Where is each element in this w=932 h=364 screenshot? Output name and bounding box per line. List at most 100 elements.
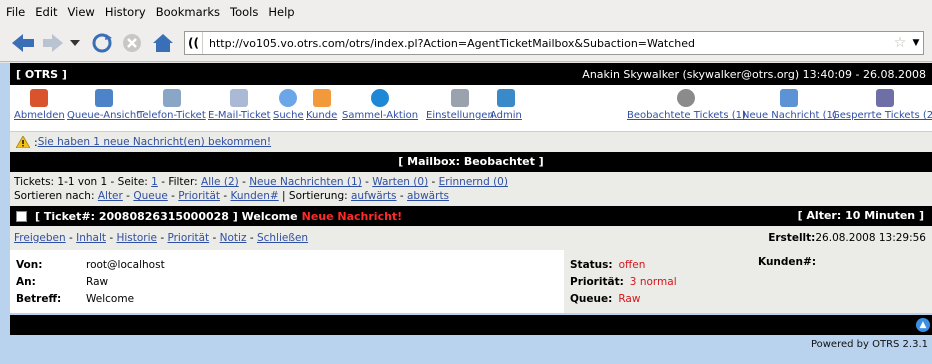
tool-admin[interactable]: Admin [490, 89, 522, 121]
menu-help[interactable]: Help [268, 5, 294, 19]
order-desc-link[interactable]: abwärts [407, 190, 449, 202]
filter-new-messages-link[interactable]: Neue Nachrichten (1) [249, 176, 362, 188]
tool-phone-ticket[interactable]: Telefon-Ticket [138, 89, 206, 121]
logout-icon [30, 89, 49, 107]
menu-file[interactable]: File [6, 5, 25, 19]
subject-label: Betreff: [16, 292, 62, 305]
tool-bulk-action[interactable]: Sammel-Aktion [342, 89, 418, 121]
action-close-link[interactable]: Schließen [257, 232, 308, 244]
menu-bookmarks[interactable]: Bookmarks [156, 5, 220, 19]
warning-icon [16, 136, 30, 148]
sort-line: Sortieren nach: Alter - Queue - Prioritä… [14, 190, 450, 202]
tool-settings[interactable]: Einstellungen [426, 89, 494, 121]
created-value: 26.08.2008 13:29:56 [815, 232, 926, 244]
ticket-select-checkbox[interactable] [16, 210, 27, 222]
admin-icon [496, 89, 515, 107]
tool-phone-ticket-label[interactable]: Telefon-Ticket [138, 110, 206, 121]
menu-edit[interactable]: Edit [35, 5, 57, 19]
mailbox-title: [ Mailbox: Beobachtet ] [10, 152, 932, 172]
filter-reminder-link[interactable]: Erinnernd (0) [439, 176, 508, 188]
history-dropdown-button[interactable] [68, 30, 82, 56]
action-note-link[interactable]: Notiz [220, 232, 247, 244]
field-queue: Queue: Raw [570, 290, 930, 307]
created-label: Erstellt: [768, 232, 816, 244]
notice-link[interactable]: Sie haben 1 neue Nachricht(en) bekommen! [38, 136, 271, 148]
tool-customer-label[interactable]: Kunde [306, 110, 337, 121]
status-label: Status: [570, 258, 613, 271]
home-icon [153, 34, 173, 52]
tool-logout-label[interactable]: Abmelden [14, 110, 65, 121]
tickets-count-text: Tickets: 1-1 von 1 - Seite: [14, 176, 152, 188]
customer-number-label: Kunden#: [758, 256, 817, 268]
priority-value: 3 normal [629, 275, 677, 288]
sort-priority-link[interactable]: Priorität [178, 190, 220, 202]
tool-queue-view[interactable]: Queue-Ansicht [67, 89, 140, 121]
sort-label: Sortieren nach: [14, 190, 98, 202]
ticket-title: [ Ticket#: 20080826315000028 ] Welcome [35, 209, 298, 223]
home-button[interactable] [150, 30, 176, 56]
tool-email-ticket[interactable]: E-Mail-Ticket [208, 89, 271, 121]
ticket-header: [ Ticket#: 20080826315000028 ] Welcome N… [10, 206, 932, 226]
subject-value: Welcome [86, 292, 135, 305]
forward-arrow-icon [43, 34, 63, 52]
browser-navbar: (( http://vo105.vo.otrs.com/otrs/index.p… [0, 24, 932, 62]
tool-email-ticket-label[interactable]: E-Mail-Ticket [208, 110, 271, 121]
url-text[interactable]: http://vo105.vo.otrs.com/otrs/index.pl?A… [203, 37, 891, 50]
tool-admin-label[interactable]: Admin [490, 110, 522, 121]
back-button[interactable] [8, 30, 38, 56]
tool-queue-view-label[interactable]: Queue-Ansicht [67, 110, 140, 121]
phone-ticket-icon [162, 89, 181, 107]
action-release-link[interactable]: Freigeben [14, 232, 66, 244]
field-subject: Betreff: Welcome [16, 290, 558, 307]
new-message-notice: : Sie haben 1 neue Nachricht(en) bekomme… [10, 132, 932, 152]
tool-new-message[interactable]: Neue Nachricht (1) [742, 89, 837, 121]
from-label: Von: [16, 258, 43, 271]
queue-value: Raw [618, 292, 641, 305]
site-icon: (( [185, 32, 203, 54]
customer-icon [312, 89, 331, 107]
action-priority-link[interactable]: Priorität [167, 232, 209, 244]
tool-new-message-label[interactable]: Neue Nachricht (1) [742, 110, 837, 121]
otrs-app: [ OTRS ] Anakin Skywalker (skywalker@otr… [0, 63, 932, 364]
tool-locked-tickets[interactable]: Gesperrte Tickets (2) [832, 89, 932, 121]
tool-bulk-action-label[interactable]: Sammel-Aktion [342, 110, 418, 121]
tool-watched-tickets-label[interactable]: Beobachtete Tickets (1) [627, 110, 746, 121]
sort-queue-link[interactable]: Queue [133, 190, 168, 202]
user-info: Anakin Skywalker (skywalker@otrs.org) 13… [582, 67, 926, 81]
locked-tickets-icon [875, 89, 894, 107]
action-history-link[interactable]: Historie [116, 232, 157, 244]
action-content-link[interactable]: Inhalt [76, 232, 106, 244]
url-bar[interactable]: (( http://vo105.vo.otrs.com/otrs/index.p… [184, 31, 924, 55]
ticket-meta: Status: offen Priorität: 3 normal Queue: Ra… [570, 250, 930, 313]
bookmark-star-icon[interactable]: ☆ [891, 35, 909, 51]
tool-search[interactable]: Suche [273, 89, 304, 121]
sort-customer-link[interactable]: Kunden# [230, 190, 278, 202]
search-icon [279, 89, 298, 107]
menu-tools[interactable]: Tools [230, 5, 258, 19]
page-link[interactable]: 1 [151, 176, 158, 188]
tool-customer[interactable]: Kunde [306, 89, 337, 121]
tool-locked-tickets-label[interactable]: Gesperrte Tickets (2) [832, 110, 932, 121]
reload-button[interactable] [88, 30, 116, 56]
order-asc-link[interactable]: aufwärts [351, 190, 397, 202]
tool-search-label[interactable]: Suche [273, 110, 304, 121]
queue-label: Queue: [570, 292, 613, 305]
queue-view-icon [94, 89, 113, 107]
header-bar: [ OTRS ] Anakin Skywalker (skywalker@otr… [10, 63, 932, 85]
forward-button[interactable] [40, 30, 66, 56]
scroll-top-icon[interactable]: ▲ [916, 318, 930, 332]
stop-button[interactable] [120, 30, 144, 56]
url-dropdown-icon[interactable]: ▼ [909, 38, 923, 48]
bulk-action-icon [371, 89, 390, 107]
filter-all-link[interactable]: Alle (2) [201, 176, 239, 188]
sort-age-link[interactable]: Alter [98, 190, 123, 202]
menu-history[interactable]: History [105, 5, 146, 19]
filter-waiting-link[interactable]: Warten (0) [372, 176, 428, 188]
ticket-body: Von: root@localhost An: Raw Betreff: Welcom… [10, 250, 932, 313]
ticket-actions: Freigeben - Inhalt - Historie - Prioritä… [10, 226, 932, 250]
tool-watched-tickets[interactable]: Beobachtete Tickets (1) [627, 89, 746, 121]
to-value: Raw [86, 275, 109, 288]
menu-view[interactable]: View [68, 5, 95, 19]
tool-settings-label[interactable]: Einstellungen [426, 110, 494, 121]
tool-logout[interactable]: Abmelden [14, 89, 65, 121]
